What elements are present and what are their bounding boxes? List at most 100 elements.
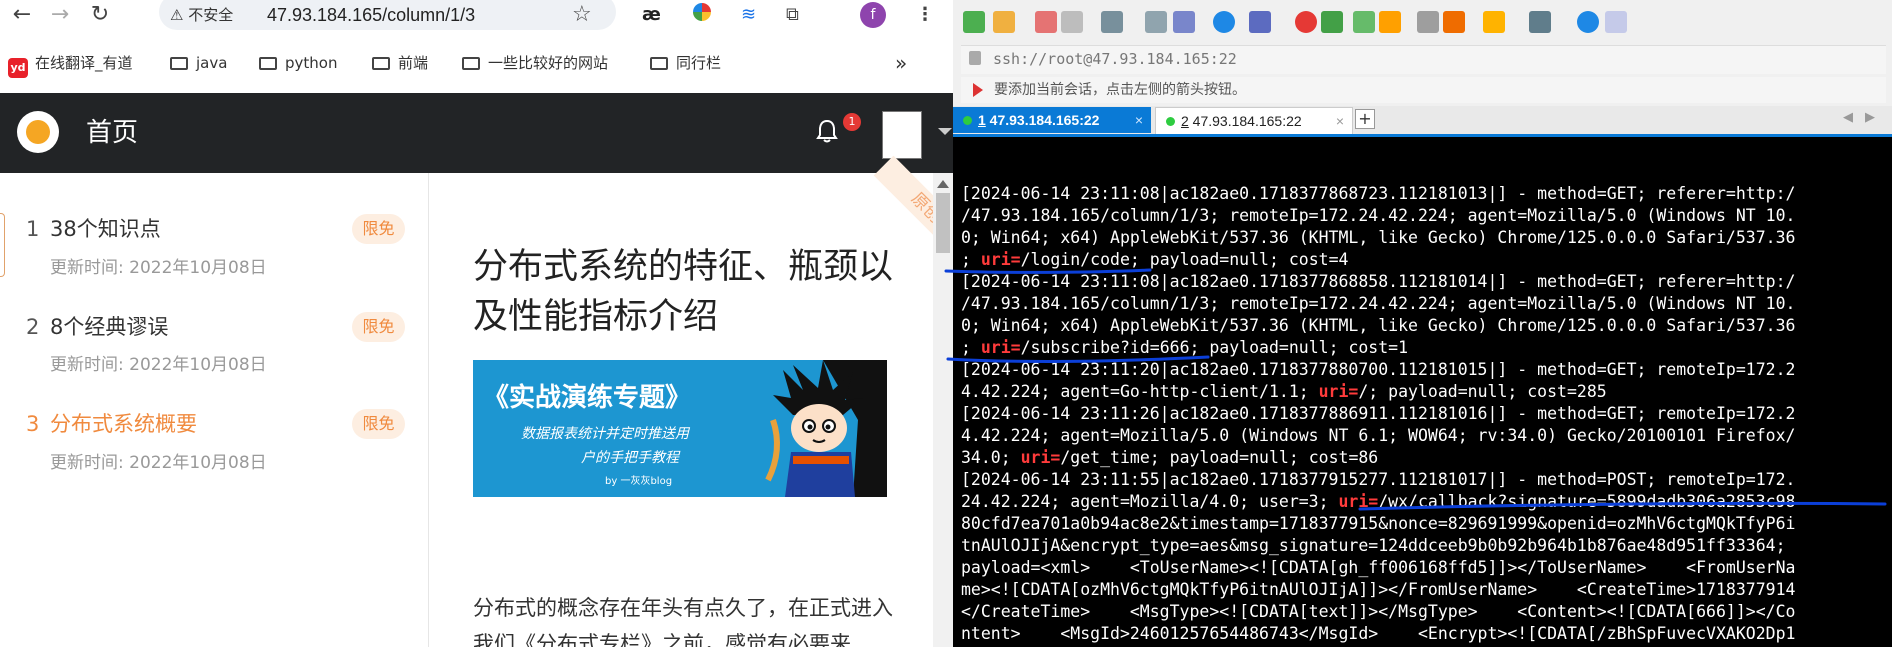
site-logo-mark <box>26 120 50 144</box>
terminal-text: me><![CDATA[ozMhV6ctgMQkTfyP6itnAUlOJIjA… <box>961 580 1796 599</box>
chat-icon[interactable] <box>1605 11 1627 33</box>
fullscreen-icon[interactable] <box>1353 11 1375 33</box>
folder-icon <box>650 57 668 70</box>
new-tab-button[interactable]: + <box>1355 109 1375 129</box>
profile-avatar[interactable]: f <box>860 2 886 28</box>
reload-icon[interactable]: ↻ <box>86 1 114 29</box>
user-avatar[interactable] <box>882 111 922 159</box>
terminal-text: tnAUlOJIjA&encrypt_type=aes&msg_signatur… <box>961 536 1786 555</box>
bookmark-arrow-icon[interactable] <box>973 83 983 97</box>
terminal-line: me><![CDATA[ozMhV6ctgMQkTfyP6itnAUlOJIjA… <box>961 579 1887 601</box>
globe-icon[interactable] <box>1213 11 1235 33</box>
session-tip: 要添加当前会话，点击左侧的箭头按钮。 <box>994 82 1246 98</box>
banner-title: 《实战演练专题》 <box>483 383 692 413</box>
back-icon[interactable]: ← <box>8 1 36 29</box>
session-tab-1[interactable]: 1 47.93.184.165:22 × <box>953 107 1151 133</box>
puzzle-extensions-icon[interactable]: ⧉ <box>786 3 799 27</box>
security-indicator[interactable]: ⚠ 不安全 <box>170 4 233 26</box>
chapter-title[interactable]: 分布式系统概要 <box>50 410 197 438</box>
chapter-date: 更新时间: 2022年10月08日 <box>50 258 267 278</box>
free-tag: 限免 <box>352 214 405 244</box>
chevron-down-icon[interactable] <box>938 128 952 135</box>
connected-dot-icon <box>963 116 972 125</box>
session-address[interactable]: ssh://root@47.93.184.165:22 <box>993 48 1237 70</box>
xftp-icon[interactable] <box>1295 11 1317 33</box>
url-text[interactable]: 47.93.184.165/column/1/3 <box>267 4 475 26</box>
bookmark-peers[interactable]: 同行栏 <box>650 52 721 74</box>
chapter-number: 3 <box>26 412 40 436</box>
open-folder-icon[interactable] <box>993 11 1015 33</box>
annotation-underlines <box>944 268 1887 511</box>
annotation-underline <box>944 268 1152 274</box>
warning-icon: ⚠ <box>170 6 184 24</box>
close-icon[interactable]: × <box>1135 107 1143 133</box>
browser-window: ← → ↻ ⚠ 不安全 47.93.184.165/column/1/3 ☆ æ… <box>0 0 953 647</box>
chapter-number: 1 <box>26 217 40 241</box>
free-tag: 限免 <box>352 312 405 342</box>
tab-right-arrow-icon[interactable]: ▶ <box>1865 110 1875 125</box>
layers-extension-icon[interactable]: ≋ <box>741 3 756 27</box>
folder-icon <box>462 57 480 70</box>
bookmark-frontend[interactable]: 前端 <box>372 52 428 74</box>
lock-icon[interactable] <box>1379 11 1401 33</box>
annotation-underline <box>1358 501 1887 511</box>
ae-extension-icon[interactable]: æ <box>642 3 661 27</box>
chapter-date: 更新时间: 2022年10月08日 <box>50 355 267 375</box>
folder-icon <box>170 57 188 70</box>
properties-icon[interactable] <box>1101 11 1123 33</box>
colorful-extension-icon[interactable] <box>693 3 711 28</box>
bookmark-youdao[interactable]: yd 在线翻译_有道 <box>8 52 133 78</box>
bookmark-python[interactable]: python <box>259 52 337 74</box>
youdao-icon: yd <box>8 58 28 78</box>
chapter-title[interactable]: 8个经典谬误 <box>50 313 168 341</box>
article-title: 分布式系统的特征、瓶颈以及性能指标介绍 <box>473 247 894 337</box>
font-icon[interactable] <box>1249 11 1271 33</box>
xagent-icon[interactable] <box>1321 11 1343 33</box>
highlight-icon[interactable] <box>1443 11 1465 33</box>
keyboard-icon[interactable] <box>1417 11 1439 33</box>
add-tab-icon[interactable] <box>1483 11 1505 33</box>
terminal-line: /47.93.184.165/column/1/3; remoteIp=172.… <box>961 205 1887 227</box>
terminal-line: payload=<xml> <ToUserName><![CDATA[gh_ff… <box>961 557 1887 579</box>
folder-icon <box>259 57 277 70</box>
terminal-line: 0; Win64; x64) AppleWebKit/537.36 (KHTML… <box>961 227 1887 249</box>
terminal-line: [2024-06-14 23:11:08|ac182ae0.1718377868… <box>961 183 1887 205</box>
banner-author: by 一灰灰blog <box>605 476 673 487</box>
sidebar-collapse-handle[interactable] <box>0 213 5 277</box>
help-icon[interactable] <box>1577 11 1599 33</box>
bookmark-java[interactable]: java <box>170 52 227 74</box>
folder-icon <box>372 57 390 70</box>
notification-bell-icon[interactable] <box>816 119 838 143</box>
tab-left-arrow-icon[interactable]: ◀ <box>1843 110 1853 125</box>
terminal-line: </CreateTime> <MsgType><![CDATA[text]]><… <box>961 601 1887 623</box>
disconnect-icon[interactable] <box>1035 11 1057 33</box>
browser-toolbar: ← → ↻ ⚠ 不安全 47.93.184.165/column/1/3 ☆ æ… <box>0 0 953 30</box>
transfer-icon[interactable] <box>1173 11 1195 33</box>
bookmark-good-sites[interactable]: 一些比较好的网站 <box>462 52 608 74</box>
session-tab-2[interactable]: 2 47.93.184.165:22 × <box>1155 107 1353 135</box>
close-icon[interactable]: × <box>1336 108 1344 134</box>
article-banner: 《实战演练专题》 数据报表统计并定时推送用 户的手把手教程 by 一灰灰blog <box>473 360 887 497</box>
bookmarks-overflow-button[interactable]: » <box>895 52 907 74</box>
new-session-icon[interactable] <box>963 11 985 33</box>
terminal-text: ntent> <MsgId>24601257654486743</MsgId> … <box>961 624 1796 643</box>
terminal-text: 0; Win64; x64) AppleWebKit/537.36 (KHTML… <box>961 228 1796 247</box>
terminal-text: </CreateTime> <MsgType><![CDATA[text]]><… <box>961 602 1796 621</box>
forward-icon[interactable]: → <box>46 1 74 29</box>
scrollbar-thumb[interactable] <box>936 193 950 253</box>
site-header <box>0 93 953 173</box>
layout-icon[interactable] <box>1529 11 1551 33</box>
terminal-text: payload=<xml> <ToUserName><![CDATA[gh_ff… <box>961 558 1796 577</box>
find-icon[interactable] <box>1145 11 1167 33</box>
insecure-label: 不安全 <box>188 6 234 24</box>
bookmark-star-icon[interactable]: ☆ <box>572 2 592 27</box>
home-link[interactable]: 首页 <box>86 115 138 151</box>
chapter-title[interactable]: 38个知识点 <box>50 215 161 243</box>
notification-badge: 1 <box>843 113 861 131</box>
scroll-up-arrow-icon[interactable] <box>937 180 949 188</box>
terminal-text: /47.93.184.165/column/1/3; remoteIp=172.… <box>961 206 1796 225</box>
menu-kebab-icon[interactable]: ⋮ <box>916 3 934 27</box>
reconnect-icon[interactable] <box>1061 11 1083 33</box>
terminal-text: [2024-06-14 23:11:08|ac182ae0.1718377868… <box>961 184 1796 203</box>
connected-dot-icon <box>1166 117 1175 126</box>
